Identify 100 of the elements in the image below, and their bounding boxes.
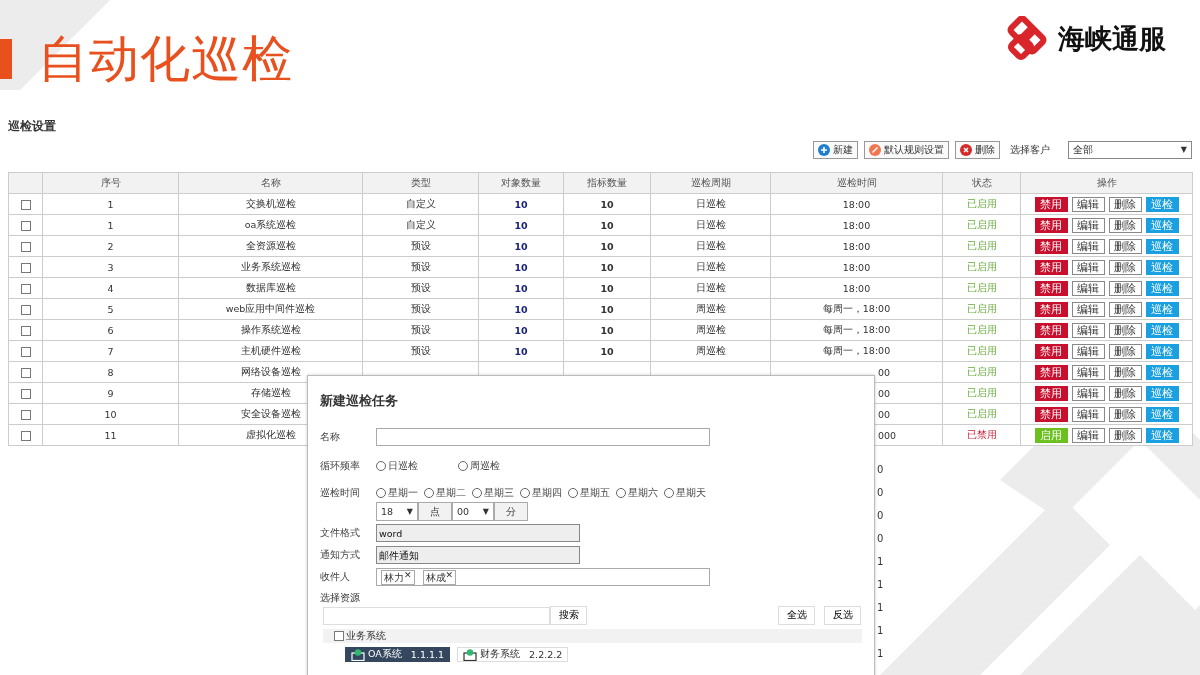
action-button[interactable]: 编辑 [1071, 217, 1105, 233]
tree-label: 业务系统 [346, 629, 386, 643]
remove-button[interactable]: ✕ [404, 570, 412, 580]
table-cell: 10 [600, 324, 614, 336]
action-button[interactable]: 禁用 [1034, 196, 1068, 212]
action-button[interactable]: 禁用 [1034, 406, 1068, 422]
action-button[interactable]: 删除 [1108, 406, 1142, 422]
action-button[interactable]: 删除 [1108, 427, 1142, 443]
action-button[interactable]: 删除 [1108, 364, 1142, 380]
search-field[interactable] [323, 606, 550, 625]
recipients-field[interactable]: 林力✕ 林成✕ [376, 568, 710, 586]
radio-option[interactable]: 星期天 [664, 486, 706, 500]
slide-title: 自动化巡检 [38, 28, 293, 90]
partial-text: 0 [877, 486, 884, 500]
action-button[interactable]: 删除 [1108, 238, 1142, 254]
recipient-tag: 林成 [425, 570, 446, 585]
action-button[interactable]: 删除 [1108, 322, 1142, 338]
envelope-icon [351, 648, 365, 661]
remove-button[interactable]: ✕ [445, 570, 454, 580]
table-cell: web应用中间件巡检 [225, 302, 316, 314]
radio-option[interactable]: 星期四 [520, 486, 562, 500]
row-checkbox[interactable] [20, 304, 31, 315]
radio-option[interactable]: 周巡检 [458, 459, 500, 473]
table-cell: 18:00 [842, 198, 871, 210]
action-button[interactable]: 删除 [1108, 280, 1142, 296]
action-button[interactable]: 禁用 [1034, 301, 1068, 317]
column-header: 巡检周期 [690, 176, 731, 188]
format-field[interactable]: word [376, 524, 580, 542]
notify-field[interactable]: 邮件通知 [376, 546, 580, 564]
customer-select[interactable]: 全部 ▼ [1068, 141, 1192, 159]
action-button[interactable]: 编辑 [1071, 427, 1105, 443]
row-checkbox[interactable] [20, 325, 31, 336]
table-cell: 4 [107, 282, 114, 294]
table-cell: 日巡检 [695, 260, 726, 272]
row-checkbox[interactable] [20, 199, 31, 210]
envelope-icon [463, 648, 478, 661]
resource-item[interactable]: OA系统 1.1.1.1 [345, 647, 451, 662]
table-cell: 10 [600, 219, 614, 231]
hour-select[interactable]: 18 ▼ [376, 501, 418, 521]
action-button[interactable]: 编辑 [1071, 322, 1105, 338]
minute-select[interactable]: 00 ▼ [452, 501, 494, 521]
action-button[interactable]: 删除 [1108, 217, 1142, 233]
circle-icon [869, 144, 881, 156]
action-button[interactable]: 编辑 [1071, 196, 1105, 212]
row-checkbox[interactable] [20, 367, 31, 378]
select-all-button[interactable]: 全选 [778, 606, 815, 625]
resource-item[interactable]: 财务系统 2.2.2.2 [457, 647, 569, 662]
partial-text: 1 [877, 624, 884, 638]
column-header: 操作 [1096, 176, 1117, 188]
action-button[interactable]: 编辑 [1071, 259, 1105, 275]
toolbar-button[interactable]: 默认规则设置 [864, 141, 949, 159]
table-cell: 周巡检 [695, 323, 726, 335]
action-button[interactable]: 禁用 [1034, 217, 1068, 233]
action-button[interactable]: 删除 [1108, 301, 1142, 317]
field-label: 收件人 [320, 570, 351, 584]
row-checkbox[interactable] [20, 409, 31, 420]
table-cell: 每周一，18:00 [822, 323, 891, 335]
action-button[interactable]: 禁用 [1034, 343, 1068, 359]
row-checkbox[interactable] [20, 430, 31, 441]
action-button[interactable]: 删除 [1108, 343, 1142, 359]
radio-option[interactable]: 星期六 [616, 486, 658, 500]
action-button[interactable]: 编辑 [1071, 343, 1105, 359]
toolbar-button[interactable]: 新建 [813, 141, 858, 159]
radio-option[interactable]: 星期一 [376, 486, 418, 500]
status-text: 已启用 [966, 260, 997, 272]
radio-option[interactable]: 星期三 [472, 486, 514, 500]
row-checkbox[interactable] [20, 283, 31, 294]
action-button[interactable]: 编辑 [1071, 301, 1105, 317]
row-checkbox[interactable] [20, 346, 31, 357]
action-button[interactable]: 删除 [1108, 259, 1142, 275]
table-cell: 预设 [410, 281, 431, 293]
action-button[interactable]: 禁用 [1034, 259, 1068, 275]
radio-option[interactable]: 星期五 [568, 486, 610, 500]
row-checkbox[interactable] [20, 241, 31, 252]
action-button[interactable]: 编辑 [1071, 406, 1105, 422]
action-button[interactable]: 禁用 [1034, 280, 1068, 296]
search-button[interactable]: 搜索 [550, 606, 587, 625]
table-cell: 10 [514, 219, 528, 231]
action-button[interactable]: 删除 [1108, 196, 1142, 212]
action-button[interactable]: 编辑 [1071, 364, 1105, 380]
action-button[interactable]: 删除 [1108, 385, 1142, 401]
radio-option[interactable]: 星期二 [424, 486, 466, 500]
action-button[interactable]: 禁用 [1034, 238, 1068, 254]
action-button[interactable]: 编辑 [1071, 238, 1105, 254]
radio-option[interactable]: 日巡检 [376, 459, 418, 473]
tree-checkbox[interactable] [334, 631, 344, 641]
row-checkbox[interactable] [20, 262, 31, 273]
close-icon [960, 144, 972, 156]
action-button[interactable]: 禁用 [1034, 364, 1068, 380]
table-cell: 周巡检 [695, 344, 726, 356]
invert-button[interactable]: 反选 [824, 606, 861, 625]
action-button[interactable]: 禁用 [1034, 385, 1068, 401]
action-button[interactable]: 禁用 [1034, 322, 1068, 338]
action-button[interactable]: 编辑 [1071, 385, 1105, 401]
row-checkbox[interactable] [20, 220, 31, 231]
toolbar-button[interactable]: 删除 [955, 141, 1000, 159]
action-button[interactable]: 编辑 [1071, 280, 1105, 296]
table-cell: 000 [878, 429, 897, 441]
row-checkbox[interactable] [20, 388, 31, 399]
name-input[interactable] [376, 428, 710, 446]
